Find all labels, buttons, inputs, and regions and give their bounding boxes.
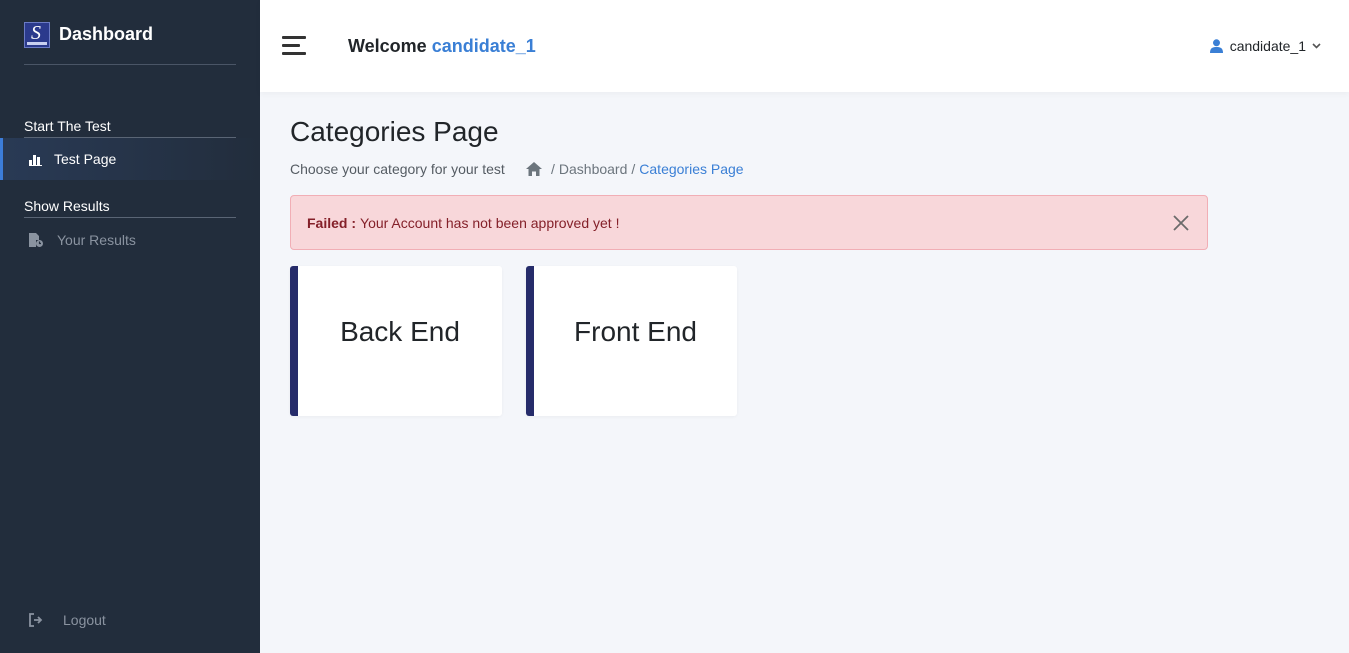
page-subtitle: Choose your category for your test bbox=[290, 161, 505, 177]
close-icon[interactable] bbox=[1173, 215, 1189, 231]
chevron-down-icon bbox=[1312, 43, 1321, 49]
brand[interactable]: S Dashboard bbox=[24, 22, 236, 65]
user-icon bbox=[1209, 39, 1223, 53]
home-icon[interactable] bbox=[526, 162, 542, 176]
sidebar-item-label: Your Results bbox=[57, 232, 136, 248]
breadcrumb-separator: / bbox=[551, 161, 555, 177]
section-title-start-test: Start The Test bbox=[24, 118, 236, 138]
welcome-username: candidate_1 bbox=[431, 36, 536, 56]
brand-logo-bar bbox=[27, 42, 47, 45]
sidebar-item-test-page[interactable]: Test Page bbox=[0, 138, 260, 180]
breadcrumb: / Dashboard / Categories Page bbox=[526, 161, 744, 177]
logout-button[interactable]: Logout bbox=[28, 612, 106, 628]
error-alert: Failed : Your Account has not been appro… bbox=[290, 195, 1208, 250]
category-title: Back End bbox=[340, 316, 460, 347]
sidebar: S Dashboard Start The Test Test Page Sho… bbox=[0, 0, 260, 653]
brand-title: Dashboard bbox=[59, 24, 154, 44]
user-menu-dropdown[interactable]: candidate_1 bbox=[1209, 38, 1321, 54]
alert-message: Your Account has not been approved yet ! bbox=[360, 214, 620, 231]
breadcrumb-separator: / bbox=[631, 161, 636, 177]
sidebar-item-label: Test Page bbox=[54, 151, 117, 167]
category-card-front-end[interactable]: Front End bbox=[526, 266, 737, 416]
sidebar-item-your-results[interactable]: Your Results bbox=[0, 219, 260, 261]
user-menu-label: candidate_1 bbox=[1229, 38, 1306, 54]
file-results-icon bbox=[28, 232, 44, 248]
category-title: Front End bbox=[574, 316, 697, 347]
top-header: Welcome candidate_1 candidate_1 bbox=[260, 0, 1349, 92]
page-title: Categories Page bbox=[290, 116, 499, 147]
category-card-back-end[interactable]: Back End bbox=[290, 266, 502, 416]
logout-icon bbox=[28, 613, 44, 627]
brand-logo: S bbox=[24, 22, 50, 48]
menu-toggle-icon[interactable] bbox=[282, 36, 306, 56]
section-title-show-results: Show Results bbox=[24, 198, 236, 218]
alert-label: Failed : bbox=[307, 214, 357, 231]
breadcrumb-dashboard[interactable]: Dashboard bbox=[559, 161, 628, 177]
welcome-prefix: Welcome bbox=[348, 36, 427, 56]
logout-label: Logout bbox=[63, 612, 106, 628]
breadcrumb-current: Categories Page bbox=[639, 161, 744, 177]
bar-chart-icon bbox=[28, 151, 44, 167]
welcome-message: Welcome candidate_1 bbox=[348, 36, 536, 57]
